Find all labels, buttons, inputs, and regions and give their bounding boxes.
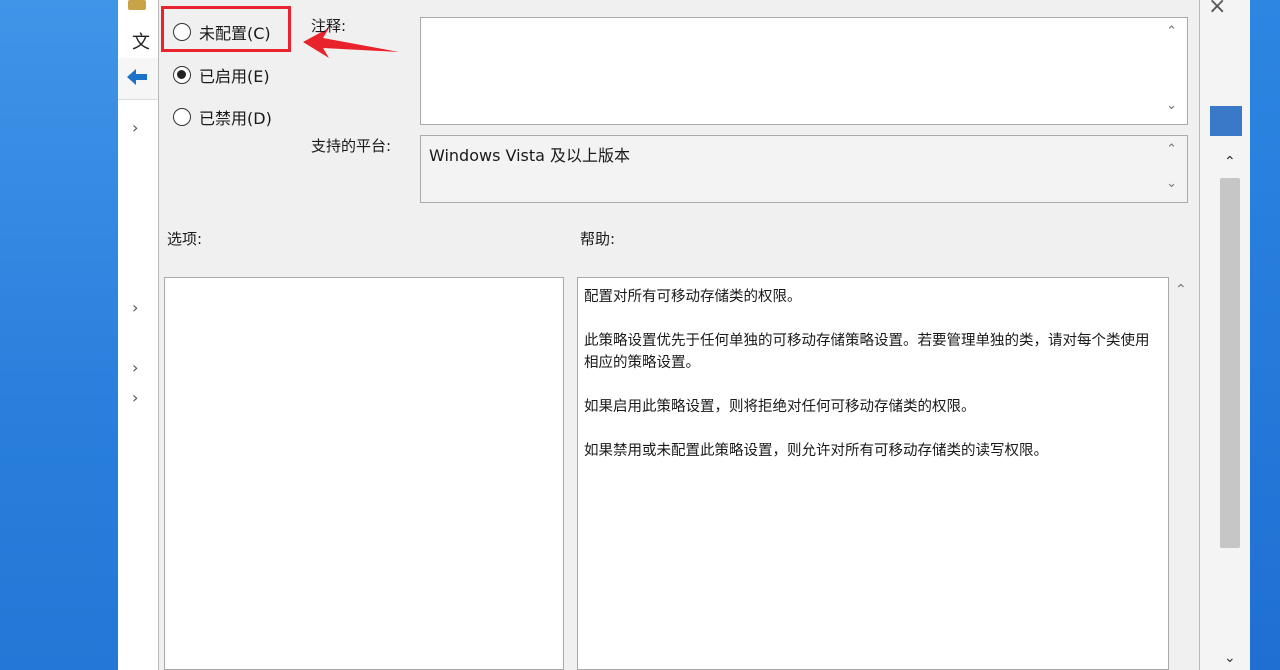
help-paragraph: 如果禁用或未配置此策略设置，则允许对所有可移动存储类的读写权限。 bbox=[584, 443, 1048, 459]
menu-file[interactable]: 文 bbox=[132, 28, 150, 54]
folder-icon bbox=[128, 0, 146, 10]
policy-setting-dialog: 未配置(C) 已启用(E) 已禁用(D) 注释: ⌃ ⌄ 支持的平台: Wind… bbox=[158, 0, 1200, 670]
close-icon[interactable]: × bbox=[1208, 0, 1226, 19]
tree-expand-chevron-icon[interactable]: › bbox=[132, 388, 138, 407]
options-label: 选项: bbox=[167, 230, 203, 248]
scroll-down-icon[interactable]: ⌄ bbox=[1166, 98, 1177, 113]
scroll-down-icon[interactable]: ⌄ bbox=[1224, 650, 1236, 666]
radio-circle-icon[interactable] bbox=[173, 108, 191, 126]
scroll-up-icon[interactable]: ⌃ bbox=[1224, 154, 1236, 170]
options-panel bbox=[164, 277, 564, 670]
scroll-up-icon[interactable]: ⌃ bbox=[1166, 142, 1177, 157]
selected-row-highlight bbox=[1210, 106, 1242, 136]
radio-disabled[interactable]: 已禁用(D) bbox=[173, 103, 272, 131]
comment-label: 注释: bbox=[311, 17, 347, 35]
back-arrow-icon[interactable] bbox=[124, 64, 150, 90]
help-label: 帮助: bbox=[580, 230, 616, 248]
tree-pane: › › › › bbox=[118, 100, 158, 670]
annotation-highlight-box bbox=[161, 6, 291, 52]
tree-expand-chevron-icon[interactable]: › bbox=[132, 118, 138, 137]
desktop-background-left bbox=[0, 0, 118, 670]
radio-label: 已禁用(D) bbox=[199, 109, 272, 128]
tree-expand-chevron-icon[interactable]: › bbox=[132, 298, 138, 317]
tree-expand-chevron-icon[interactable]: › bbox=[132, 358, 138, 377]
platform-textbox: Windows Vista 及以上版本 ⌃ ⌄ bbox=[420, 135, 1188, 203]
help-paragraph: 配置对所有可移动存储类的权限。 bbox=[584, 289, 802, 305]
radio-label: 已启用(E) bbox=[199, 67, 270, 86]
scroll-down-icon[interactable]: ⌄ bbox=[1166, 176, 1177, 191]
help-panel: 配置对所有可移动存储类的权限。 此策略设置优先于任何单独的可移动存储策略设置。若… bbox=[577, 277, 1169, 670]
scrollbar[interactable]: ⌃ ⌄ bbox=[1216, 150, 1244, 670]
platform-value: Windows Vista 及以上版本 bbox=[429, 146, 631, 165]
desktop-background-right bbox=[1250, 0, 1280, 670]
radio-enabled[interactable]: 已启用(E) bbox=[173, 61, 270, 89]
platform-label: 支持的平台: bbox=[311, 137, 392, 155]
radio-circle-checked-icon[interactable] bbox=[173, 66, 191, 84]
scroll-up-icon[interactable]: ⌃ bbox=[1175, 282, 1187, 298]
comment-textbox[interactable]: ⌃ ⌄ bbox=[420, 17, 1188, 125]
scroll-up-icon[interactable]: ⌃ bbox=[1166, 24, 1177, 39]
help-paragraph: 此策略设置优先于任何单独的可移动存储策略设置。若要管理单独的类，请对每个类使用相… bbox=[584, 333, 1150, 371]
scrollbar-thumb[interactable] bbox=[1220, 178, 1240, 548]
help-paragraph: 如果启用此策略设置，则将拒绝对任何可移动存储类的权限。 bbox=[584, 399, 976, 415]
